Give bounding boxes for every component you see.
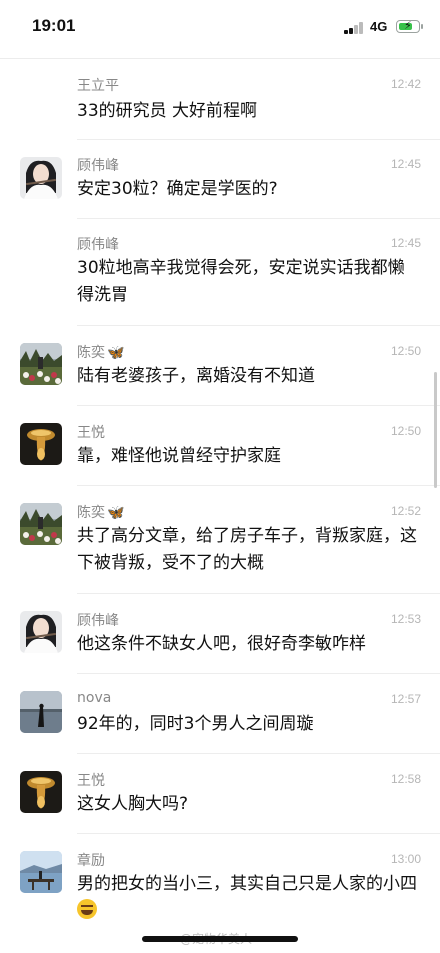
divider bbox=[77, 753, 440, 754]
avatar-woman-with-flute[interactable] bbox=[20, 611, 62, 653]
message-time: 12:45 bbox=[390, 157, 421, 171]
message-text-body: 男的把女的当小三，其实自己只是人家的小四 bbox=[77, 874, 417, 894]
message-text: 陆有老婆孩子，离婚没有不知道 bbox=[77, 366, 315, 386]
message-time: 12:50 bbox=[390, 424, 421, 438]
message-text: 30粒地高辛我觉得会死，安定说实话我都懒得洗胃 bbox=[77, 258, 405, 305]
divider bbox=[77, 325, 440, 326]
message-time: 12:53 bbox=[390, 612, 421, 626]
chat-message[interactable]: 顾伟峰 12:45 30粒地高辛我觉得会死，安定说实话我都懒得洗胃 bbox=[0, 219, 440, 326]
sender-name: 顾伟峰 bbox=[77, 613, 119, 629]
status-bar: 19:01 4G ⚡ bbox=[0, 0, 440, 56]
chat-message[interactable]: 陈奕 🦋 12:52 共了高分文章，给了房子车子，背叛家庭，这下被背叛，受不了的大… bbox=[0, 487, 440, 594]
avatar-lake-figure[interactable] bbox=[20, 691, 62, 733]
message-time: 12:42 bbox=[390, 77, 421, 91]
message-time: 13:00 bbox=[390, 852, 421, 866]
message-text: 共了高分文章，给了房子车子，背叛家庭，这下被背叛，受不了的大概 bbox=[77, 526, 417, 573]
sender-name: 王立平 bbox=[77, 78, 119, 94]
avatar-tulip-field[interactable] bbox=[20, 343, 62, 385]
chat-message[interactable]: nova 12:57 92年的，同时3个男人之间周璇 bbox=[0, 675, 440, 754]
avatar-golden-drop[interactable] bbox=[20, 423, 62, 465]
chat-message[interactable]: 王悦 12:58 这女人胸大吗? bbox=[0, 755, 440, 834]
message-time: 12:57 bbox=[390, 692, 421, 706]
message-text: 这女人胸大吗? bbox=[77, 794, 189, 814]
laughing-tears-emoji-icon bbox=[77, 899, 97, 919]
chat-message[interactable]: 王立平 12:42 33的研究员 大好前程啊 bbox=[0, 60, 440, 140]
divider bbox=[77, 485, 440, 486]
message-text: 他这条件不缺女人吧，很好奇李敏咋样 bbox=[77, 634, 366, 654]
message-time: 12:52 bbox=[390, 504, 421, 518]
sender-name-text: 陈奕 bbox=[77, 505, 105, 521]
chat-message[interactable]: 陈奕 🦋 12:50 陆有老婆孩子，离婚没有不知道 bbox=[0, 327, 440, 406]
sender-name: 陈奕 🦋 bbox=[77, 502, 124, 522]
message-time: 12:45 bbox=[390, 236, 421, 250]
avatar-woman-with-flute[interactable] bbox=[20, 157, 62, 199]
home-indicator[interactable] bbox=[142, 936, 298, 942]
network-type: 4G bbox=[370, 19, 388, 34]
sender-name: nova bbox=[77, 690, 112, 706]
divider bbox=[77, 833, 440, 834]
chat-message[interactable]: 王悦 12:50 靠，难怪他说曾经守护家庭 bbox=[0, 407, 440, 486]
sender-name: 陈奕 🦋 bbox=[77, 342, 124, 362]
sender-name: 章励 bbox=[77, 853, 105, 869]
message-time: 12:50 bbox=[390, 344, 421, 358]
message-text: 33的研究员 大好前程啊 bbox=[77, 101, 258, 121]
avatar-golden-drop[interactable] bbox=[20, 771, 62, 813]
sender-name: 王悦 bbox=[77, 425, 105, 441]
avatar-tulip-field[interactable] bbox=[20, 503, 62, 545]
battery-charging-icon: ⚡ bbox=[396, 19, 423, 33]
cellular-signal-icon bbox=[344, 22, 366, 34]
scrollbar[interactable] bbox=[434, 372, 437, 488]
divider bbox=[77, 673, 440, 674]
avatar-pier-lake[interactable] bbox=[20, 851, 62, 893]
sender-name-text: 陈奕 bbox=[77, 345, 105, 361]
butterfly-icon: 🦋 bbox=[107, 505, 125, 521]
message-text: 男的把女的当小三，其实自己只是人家的小四 bbox=[77, 871, 417, 925]
chat-message[interactable]: 章励 13:00 男的把女的当小三，其实自己只是人家的小四 bbox=[0, 835, 440, 935]
status-time: 19:01 bbox=[32, 16, 76, 35]
sender-name: 顾伟峰 bbox=[77, 237, 119, 253]
sender-name: 顾伟峰 bbox=[77, 158, 119, 174]
sender-name: 王悦 bbox=[77, 773, 105, 789]
chat-message[interactable]: 顾伟峰 12:53 他这条件不缺女人吧，很好奇李敏咋样 bbox=[0, 595, 440, 674]
chat-message[interactable]: 顾伟峰 12:45 安定30粒？确定是学医的? bbox=[0, 140, 440, 219]
message-text: 靠，难怪他说曾经守护家庭 bbox=[77, 446, 281, 466]
message-text: 92年的，同时3个男人之间周璇 bbox=[77, 714, 314, 734]
butterfly-icon: 🦋 bbox=[107, 345, 125, 361]
divider bbox=[0, 58, 440, 59]
message-text: 安定30粒？确定是学医的? bbox=[77, 179, 278, 199]
divider bbox=[77, 593, 440, 594]
divider bbox=[77, 405, 440, 406]
message-time: 12:58 bbox=[390, 772, 421, 786]
